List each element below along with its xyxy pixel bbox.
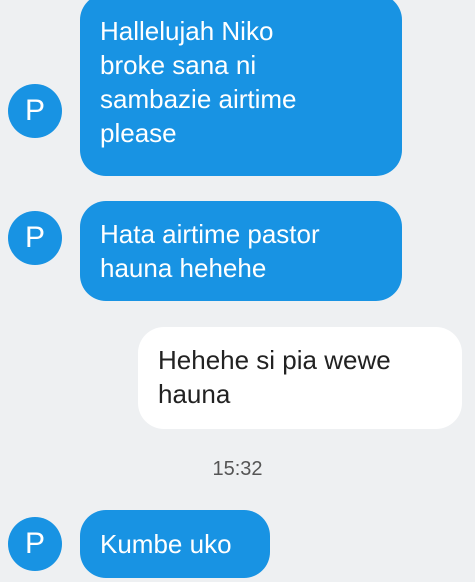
avatar[interactable]: P [8,211,62,265]
incoming-message[interactable]: Hata airtime pastor hauna hehehe [80,201,402,301]
incoming-message[interactable]: Hallelujah Niko broke sana ni sambazie a… [80,0,402,176]
outgoing-message[interactable]: Hehehe si pia wewe hauna [138,327,462,429]
avatar[interactable]: P [8,517,62,571]
avatar[interactable]: P [8,84,62,138]
incoming-message[interactable]: Kumbe uko [80,510,270,578]
timestamp: 15:32 [212,458,263,480]
